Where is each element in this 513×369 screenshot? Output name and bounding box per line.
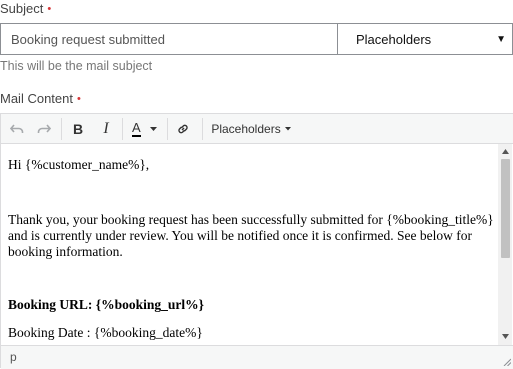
subject-label: Subject • (0, 1, 51, 16)
toolbar-divider (122, 118, 123, 140)
link-button[interactable] (173, 117, 193, 141)
italic-button[interactable]: I (96, 117, 116, 141)
placeholders-menu-label: Placeholders (211, 122, 281, 136)
subject-field-group: Placeholders ▼ (0, 23, 513, 55)
text-color-button[interactable]: A (128, 117, 164, 141)
scroll-down-arrow-icon[interactable] (502, 334, 509, 339)
toolbar-divider (202, 118, 203, 140)
subject-placeholders-dropdown[interactable]: Placeholders ▼ (337, 24, 512, 54)
chevron-down-icon: ▼ (496, 33, 506, 45)
chevron-down-icon (149, 126, 157, 131)
scroll-up-arrow-icon[interactable] (502, 149, 509, 154)
subject-hint: This will be the mail subject (0, 59, 153, 73)
required-indicator: • (47, 3, 52, 15)
body-paragraph: Thank you, your booking request has been… (8, 212, 494, 259)
placeholders-menu-button[interactable]: Placeholders (209, 117, 293, 141)
mail-content-label: Mail Content • (0, 91, 81, 106)
subject-input[interactable] (1, 24, 337, 54)
toolbar-divider (167, 118, 168, 140)
mail-content-editor: B I A Placeholders Hi {%customer_name%},… (0, 113, 513, 369)
editor-content-area[interactable]: Hi {%customer_name%}, Thank you, your bo… (1, 144, 498, 345)
link-icon (178, 124, 188, 134)
subject-placeholders-label: Placeholders (356, 31, 432, 47)
booking-url-line: Booking URL: {%booking_url%} (8, 297, 204, 312)
editor-scrollbar[interactable] (498, 144, 512, 345)
mail-content-label-text: Mail Content (0, 91, 73, 106)
booking-date-line: Booking Date : {%booking_date%} (8, 325, 203, 340)
chevron-down-icon (284, 127, 291, 131)
text-color-icon: A (132, 120, 141, 137)
required-indicator: • (76, 93, 81, 105)
element-path[interactable]: p (10, 350, 17, 364)
resize-handle-icon[interactable] (503, 358, 511, 366)
bold-button[interactable]: B (68, 117, 88, 141)
editor-toolbar: B I A Placeholders (1, 114, 513, 144)
editor-statusbar: p (1, 345, 513, 369)
scrollbar-thumb[interactable] (501, 159, 510, 258)
redo-button[interactable] (34, 117, 54, 141)
undo-button[interactable] (7, 117, 27, 141)
redo-icon (37, 124, 51, 133)
subject-label-text: Subject (0, 1, 44, 16)
toolbar-divider (61, 118, 62, 140)
undo-icon (10, 124, 24, 133)
greeting-line: Hi {%customer_name%}, (8, 157, 150, 172)
